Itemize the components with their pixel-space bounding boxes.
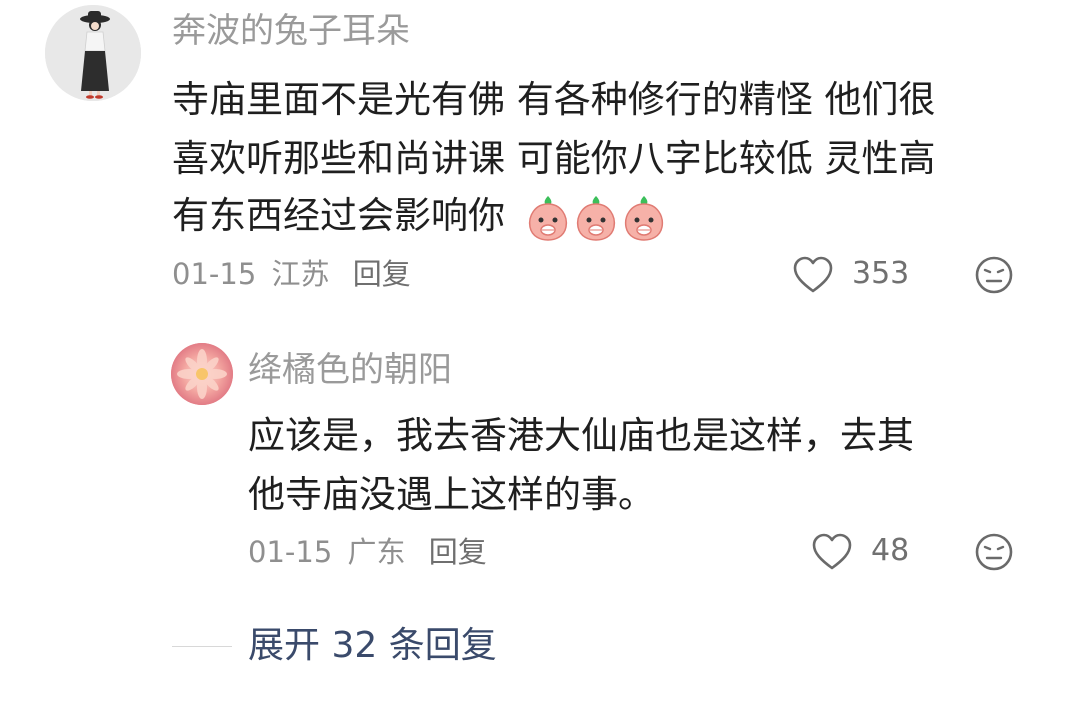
peach-face-emoji-icon [528, 195, 567, 241]
comment-reply-button[interactable]: 回复 [353, 257, 411, 291]
reply-text-line-2: 他寺庙没遇上这样的事。 [248, 473, 655, 516]
comment-username[interactable]: 奔波的兔子耳朵 [172, 11, 410, 51]
lotus-avatar-icon [171, 343, 233, 405]
reply-reply-button[interactable]: 回复 [429, 535, 487, 569]
emoji-group [525, 194, 667, 242]
dislike-face-icon[interactable] [974, 532, 1014, 572]
reply-location: 广东 [347, 535, 406, 569]
comment-location: 江苏 [271, 257, 330, 291]
peach-face-emoji-icon [576, 195, 615, 241]
expand-divider [172, 646, 232, 647]
reply-like-count: 48 [871, 533, 910, 568]
avatar-illustration-icon [45, 5, 141, 101]
peach-face-emoji-icon [624, 195, 663, 241]
comment-like-count: 353 [852, 256, 910, 291]
comment-meta: 01-15 江苏 回复 [172, 254, 411, 294]
expand-replies-button[interactable]: 展开 32 条回复 [248, 624, 497, 668]
comment-text-line-3: 有东西经过会影响你 [172, 186, 667, 246]
reply-date: 01-15 [248, 535, 333, 569]
reply-text-line-1: 应该是，我去香港大仙庙也是这样，去其 [248, 414, 914, 457]
dislike-face-icon[interactable] [974, 255, 1014, 295]
user-avatar[interactable] [45, 5, 141, 101]
comment-text-line-3-text: 有东西经过会影响你 [172, 194, 505, 237]
reply-user-avatar[interactable] [171, 343, 233, 405]
heart-icon[interactable] [792, 256, 834, 294]
reply-meta: 01-15 广东 回复 [248, 532, 487, 572]
comment-text-line-2: 喜欢听那些和尚讲课 可能你八字比较低 灵性高 [172, 137, 936, 180]
comment-date: 01-15 [172, 257, 257, 291]
comment-text-line-1: 寺庙里面不是光有佛 有各种修行的精怪 他们很 [172, 78, 936, 121]
heart-icon[interactable] [811, 533, 853, 571]
reply-username[interactable]: 绛橘色的朝阳 [248, 350, 452, 390]
